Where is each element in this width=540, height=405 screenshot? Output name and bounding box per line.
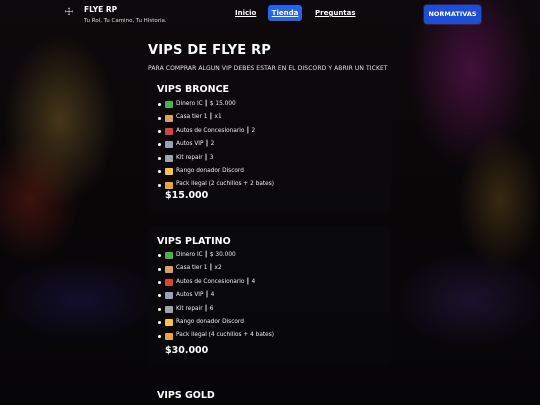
feature-text: Autos VIP ┃ 4 [176, 292, 215, 299]
feature-text: Rango donador Discord [176, 168, 244, 175]
bullet-icon [158, 321, 161, 325]
feature-text: Autos de Concesionario ┃ 2 [176, 127, 256, 134]
vip-price: $15.000 [165, 190, 209, 201]
page-title: VIPS DE FLYE RP [148, 43, 272, 58]
bullet-icon [158, 156, 161, 160]
feature-text: Kit repair ┃ 3 [176, 154, 214, 161]
page-subtitle: PARA COMPRAR ALGUN VIP DEBES ESTAR EN EL… [148, 65, 388, 72]
vip-feature: Dinero IC ┃ $ 30.000 [158, 249, 274, 262]
crown-icon [165, 319, 173, 327]
money-icon [165, 252, 173, 260]
vip-feature: Rango donador Discord [158, 316, 274, 329]
vip-feature: Dinero IC ┃ $ 15.000 [158, 98, 274, 111]
feature-text: Rango donador Discord [176, 319, 244, 326]
crown-icon [165, 168, 173, 176]
flye-logo-icon: ☩ [64, 7, 74, 18]
vip-card-bronce: VIPS BRONCE Dinero IC ┃ $ 15.000 Casa ti… [148, 78, 391, 213]
bullet-icon [158, 281, 161, 285]
brand-name: FLYE RP [84, 5, 118, 14]
vip-title: VIPS PLATINO [157, 236, 231, 247]
pistol-icon [165, 332, 173, 340]
vip-feature: Casa tier 1 ┃ x1 [158, 111, 274, 124]
bullet-icon [158, 183, 161, 187]
bullet-icon [158, 254, 161, 258]
feature-text: Pack ilegal (4 cuchillos + 4 bates) [176, 332, 274, 339]
bullet-icon [158, 267, 161, 271]
vip-feature: Casa tier 1 ┃ x2 [158, 262, 274, 275]
feature-text: Casa tier 1 ┃ x2 [176, 265, 222, 272]
bullet-icon [158, 170, 161, 174]
nav-tienda[interactable]: Tienda [268, 5, 302, 21]
vip-card-platino: VIPS PLATINO Dinero IC ┃ $ 30.000 Casa t… [148, 226, 391, 366]
bullet-icon [158, 334, 161, 338]
feature-text: Casa tier 1 ┃ x1 [176, 114, 222, 121]
normativas-button[interactable]: NORMATIVAS [424, 5, 481, 24]
vip-title: VIPS BRONCE [157, 84, 230, 95]
vip-feature: Autos de Concesionario ┃ 4 [158, 276, 274, 289]
vip-feature: Pack ilegal (4 cuchillos + 4 bates) [158, 329, 274, 342]
vip-title-gold: VIPS GOLD [157, 390, 215, 401]
house-icon [165, 114, 173, 122]
nav-inicio[interactable]: Inicio [235, 8, 256, 18]
vip-feature: Kit repair ┃ 3 [158, 152, 274, 165]
bullet-icon [158, 307, 161, 311]
vip-price: $30.000 [165, 345, 209, 356]
feature-text: Kit repair ┃ 6 [176, 305, 214, 312]
nav-preguntas[interactable]: Preguntas [315, 8, 356, 18]
vip-feature-list: Dinero IC ┃ $ 15.000 Casa tier 1 ┃ x1 Au… [158, 98, 274, 192]
bullet-icon [158, 143, 161, 147]
vip-feature-list: Dinero IC ┃ $ 30.000 Casa tier 1 ┃ x2 Au… [158, 249, 274, 343]
car-icon [165, 279, 173, 287]
bullet-icon [158, 294, 161, 298]
rocket-icon [165, 292, 173, 300]
pistol-icon [165, 181, 173, 189]
main-content: VIPS DE FLYE RP PARA COMPRAR ALGUN VIP D… [148, 42, 398, 73]
feature-text: Autos VIP ┃ 2 [176, 141, 215, 148]
feature-text: Autos de Concesionario ┃ 4 [176, 278, 256, 285]
rocket-icon [165, 141, 173, 149]
money-icon [165, 101, 173, 109]
vip-feature: Kit repair ┃ 6 [158, 303, 274, 316]
wrench-icon [165, 305, 173, 313]
feature-text: Dinero IC ┃ $ 15.000 [176, 101, 236, 107]
vip-feature: Autos VIP ┃ 4 [158, 289, 274, 302]
car-icon [165, 128, 173, 136]
house-icon [165, 265, 173, 273]
vip-feature: Rango donador Discord [158, 165, 274, 178]
wrench-icon [165, 154, 173, 162]
vip-feature: Autos VIP ┃ 2 [158, 138, 274, 151]
vip-feature: Autos de Concesionario ┃ 2 [158, 125, 274, 138]
bullet-icon [158, 103, 161, 107]
top-navigation-bar: ☩ FLYE RP Tu Rol, Tu Camino, Tu Historia… [0, 0, 540, 29]
brand-tagline: Tu Rol, Tu Camino, Tu Historia. [84, 18, 167, 24]
bullet-icon [158, 130, 161, 134]
brand[interactable]: ☩ FLYE RP Tu Rol, Tu Camino, Tu Historia… [62, 4, 167, 26]
bullet-icon [158, 116, 161, 120]
feature-text: Dinero IC ┃ $ 30.000 [176, 252, 236, 258]
brand-text: FLYE RP Tu Rol, Tu Camino, Tu Historia. [84, 4, 167, 26]
